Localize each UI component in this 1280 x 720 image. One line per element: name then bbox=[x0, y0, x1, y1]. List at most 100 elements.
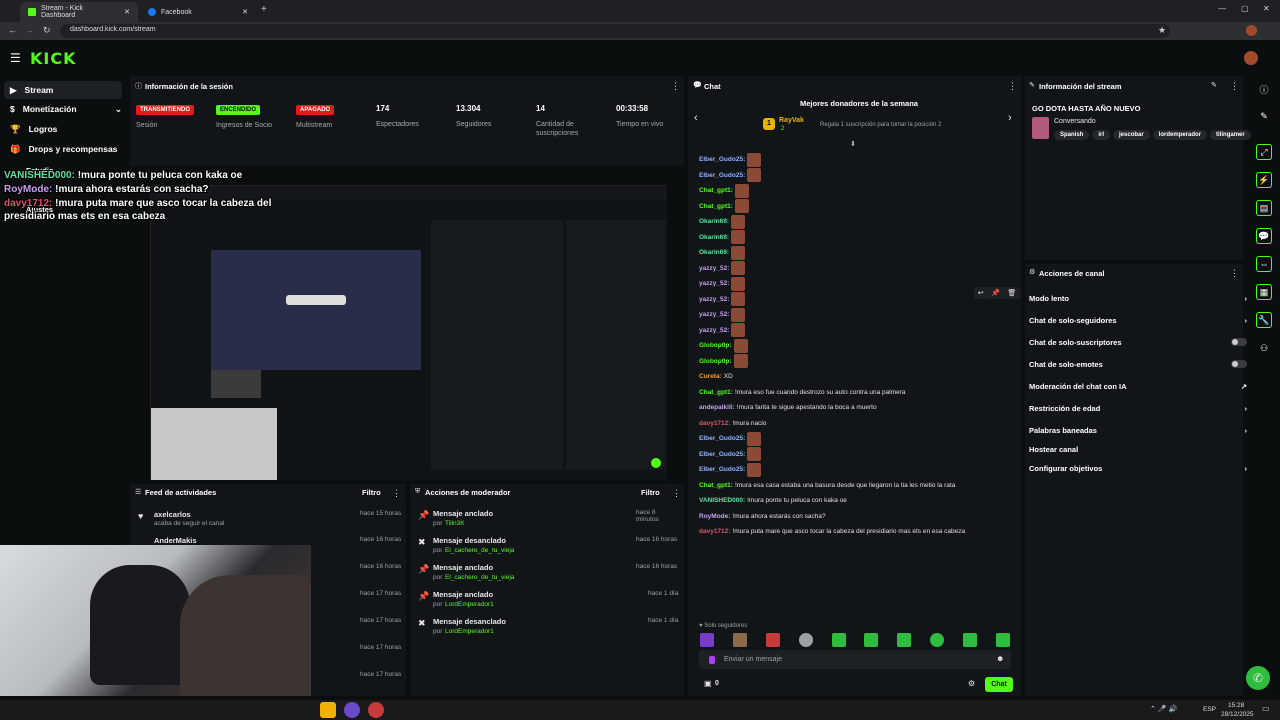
filter-button[interactable]: Filtro bbox=[641, 488, 660, 497]
forward-icon[interactable]: → bbox=[25, 25, 34, 35]
more-options-icon[interactable]: ⋮ bbox=[672, 488, 681, 499]
tag-pill[interactable]: irl bbox=[1092, 130, 1111, 140]
reload-icon[interactable]: ↻ bbox=[43, 25, 51, 36]
edit-icon[interactable]: ✎ bbox=[1211, 81, 1217, 89]
delete-icon[interactable]: 🗑 bbox=[1007, 289, 1016, 297]
chat-username[interactable]: yazzy_52: bbox=[699, 327, 729, 334]
maximize-icon[interactable]: ▢ bbox=[1241, 4, 1249, 13]
chat-input-box[interactable]: Enviar un mensaje ☻ bbox=[699, 650, 1011, 669]
more-options-icon[interactable]: ⋮ bbox=[392, 488, 401, 499]
chat-username[interactable]: Elber_Gudo25: bbox=[699, 435, 745, 442]
notification-icon[interactable]: ▭ bbox=[1262, 704, 1270, 713]
emote-icon[interactable] bbox=[798, 633, 813, 647]
chrome-icon[interactable] bbox=[368, 702, 384, 718]
mod-action-user[interactable]: El_cachero_de_tu_vieja bbox=[445, 574, 514, 581]
url-input[interactable]: dashboard.kick.com/stream bbox=[60, 24, 1170, 38]
chat-username[interactable]: Elber_Gudo25: bbox=[699, 451, 745, 458]
chevron-right-icon[interactable]: › bbox=[1008, 112, 1012, 124]
chat-username[interactable]: Okarin69: bbox=[699, 218, 729, 225]
chat-username[interactable]: yazzy_52: bbox=[699, 296, 729, 303]
chat-username[interactable]: Chat_gpt1: bbox=[699, 482, 733, 489]
emote-icon[interactable] bbox=[732, 633, 747, 647]
emote-icon[interactable] bbox=[765, 633, 780, 647]
option-ai-moderation[interactable]: Moderación del chat con IA ↗ bbox=[1029, 377, 1247, 395]
file-explorer-icon[interactable] bbox=[320, 702, 336, 718]
clock-date[interactable]: 28/12/2025 bbox=[1221, 711, 1254, 718]
user-avatar[interactable] bbox=[1244, 51, 1258, 65]
chat-username[interactable]: Elber_Gudo25: bbox=[699, 156, 745, 163]
sidebar-item-stream[interactable]: ▶ Stream bbox=[4, 81, 122, 99]
option-age-restriction[interactable]: Restricción de edad › bbox=[1029, 399, 1247, 417]
kick-logo[interactable]: KICK bbox=[30, 49, 77, 68]
chat-username[interactable]: davy1712: bbox=[699, 420, 730, 427]
feed-username[interactable]: AnderMakis bbox=[154, 536, 197, 545]
people-icon[interactable]: ⚇ bbox=[1256, 340, 1272, 356]
option-configure-goals[interactable]: Configurar objetivos › bbox=[1029, 459, 1247, 477]
emote-icon[interactable] bbox=[831, 633, 846, 647]
sidebar-item-logros[interactable]: 🏆 Logros bbox=[10, 120, 57, 138]
option-banned-words[interactable]: Palabras baneadas › bbox=[1029, 421, 1247, 439]
chevron-left-icon[interactable]: ‹ bbox=[694, 112, 698, 124]
emote-icon[interactable] bbox=[864, 633, 879, 647]
option-host-channel[interactable]: Hostear canal bbox=[1029, 440, 1247, 458]
filter-button[interactable]: Filtro bbox=[362, 488, 381, 497]
pin-icon[interactable]: ⬇ bbox=[850, 140, 856, 148]
bolt-icon[interactable]: ⚡ bbox=[1256, 172, 1272, 188]
chat-username[interactable]: VANISHED000: bbox=[699, 497, 745, 504]
send-chat-button[interactable]: Chat bbox=[985, 677, 1013, 692]
close-tab-icon[interactable]: ✕ bbox=[124, 8, 130, 16]
emoji-icon[interactable]: ☻ bbox=[996, 654, 1004, 663]
emote-icon[interactable] bbox=[963, 633, 977, 647]
mod-action-user[interactable]: LordEmperador1 bbox=[445, 601, 494, 608]
tray-icons[interactable]: ⌃ 🎤 🔊 bbox=[1150, 705, 1177, 713]
sidebar-item-monetizacion[interactable]: $ Monetización ⌄ bbox=[10, 100, 122, 118]
more-options-icon[interactable]: ⋮ bbox=[1230, 268, 1239, 279]
chat-username[interactable]: Chat_gpt1: bbox=[699, 389, 733, 396]
chat-username[interactable]: andepalkili: bbox=[699, 404, 735, 411]
subscribers-only-toggle[interactable] bbox=[1231, 338, 1247, 346]
bookmark-star-icon[interactable]: ★ bbox=[1158, 25, 1166, 36]
wrench-icon[interactable]: 🔧 bbox=[1256, 312, 1272, 328]
support-chat-icon[interactable]: ✆ bbox=[1246, 666, 1270, 690]
more-options-icon[interactable]: ⋮ bbox=[1008, 81, 1017, 92]
menu-icon[interactable]: ☰ bbox=[10, 51, 21, 65]
chat-username[interactable]: Elber_Gudo25: bbox=[699, 172, 745, 179]
chat-username[interactable]: yazzy_52: bbox=[699, 265, 729, 272]
feed-username[interactable]: axelcarlos bbox=[154, 510, 191, 519]
chat-bubble-icon[interactable]: 💬 bbox=[1256, 228, 1272, 244]
chat-username[interactable]: Globop0p: bbox=[699, 342, 732, 349]
tag-pill[interactable]: jescobar bbox=[1113, 130, 1150, 140]
profile-avatar[interactable] bbox=[1246, 25, 1257, 36]
layout-icon[interactable]: ▦ bbox=[1256, 284, 1272, 300]
donor-name[interactable]: RayVak bbox=[779, 117, 804, 124]
tab-facebook[interactable]: Facebook ✕ bbox=[140, 2, 256, 22]
code-icon[interactable]: ⇔ bbox=[1256, 256, 1272, 272]
close-tab-icon[interactable]: ✕ bbox=[242, 8, 248, 16]
edit-icon[interactable]: ✎ bbox=[1256, 108, 1272, 124]
emote-icon[interactable] bbox=[897, 633, 912, 647]
back-icon[interactable]: ← bbox=[8, 25, 17, 35]
info-icon[interactable]: ⓘ bbox=[1256, 81, 1272, 97]
obs-icon[interactable] bbox=[344, 702, 360, 718]
tag-pill[interactable]: Spanish bbox=[1054, 130, 1090, 140]
chat-input[interactable]: Enviar un mensaje bbox=[724, 656, 782, 663]
sidebar-item-drops[interactable]: 🎁 Drops y recompensas bbox=[10, 140, 117, 158]
emote-icon[interactable] bbox=[995, 633, 1010, 647]
chat-username[interactable]: Elber_Gudo25: bbox=[699, 466, 745, 473]
chat-username[interactable]: davy1712: bbox=[699, 528, 730, 535]
more-options-icon[interactable]: ⋮ bbox=[1230, 81, 1239, 92]
mod-action-user[interactable]: Tilin3K bbox=[445, 520, 465, 527]
clock-time[interactable]: 15:28 bbox=[1228, 702, 1244, 709]
chat-username[interactable]: Chat_gpt1: bbox=[699, 187, 733, 194]
settings-gear-icon[interactable]: ⚙ bbox=[968, 679, 975, 688]
emote-icon[interactable] bbox=[700, 633, 714, 647]
chat-username[interactable]: RoyMode: bbox=[699, 513, 730, 520]
minimize-icon[interactable]: — bbox=[1218, 4, 1226, 13]
chat-username[interactable]: yazzy_52: bbox=[699, 280, 729, 287]
tab-kick-dashboard[interactable]: Stream - Kick Dashboard ✕ bbox=[20, 2, 138, 22]
more-options-icon[interactable]: ⋮ bbox=[671, 81, 680, 92]
language-indicator[interactable]: ESP bbox=[1203, 706, 1216, 713]
tag-pill[interactable]: tilingamer bbox=[1210, 130, 1251, 140]
reply-icon[interactable]: ↩ bbox=[978, 289, 984, 297]
category-name[interactable]: Conversando bbox=[1054, 118, 1096, 125]
